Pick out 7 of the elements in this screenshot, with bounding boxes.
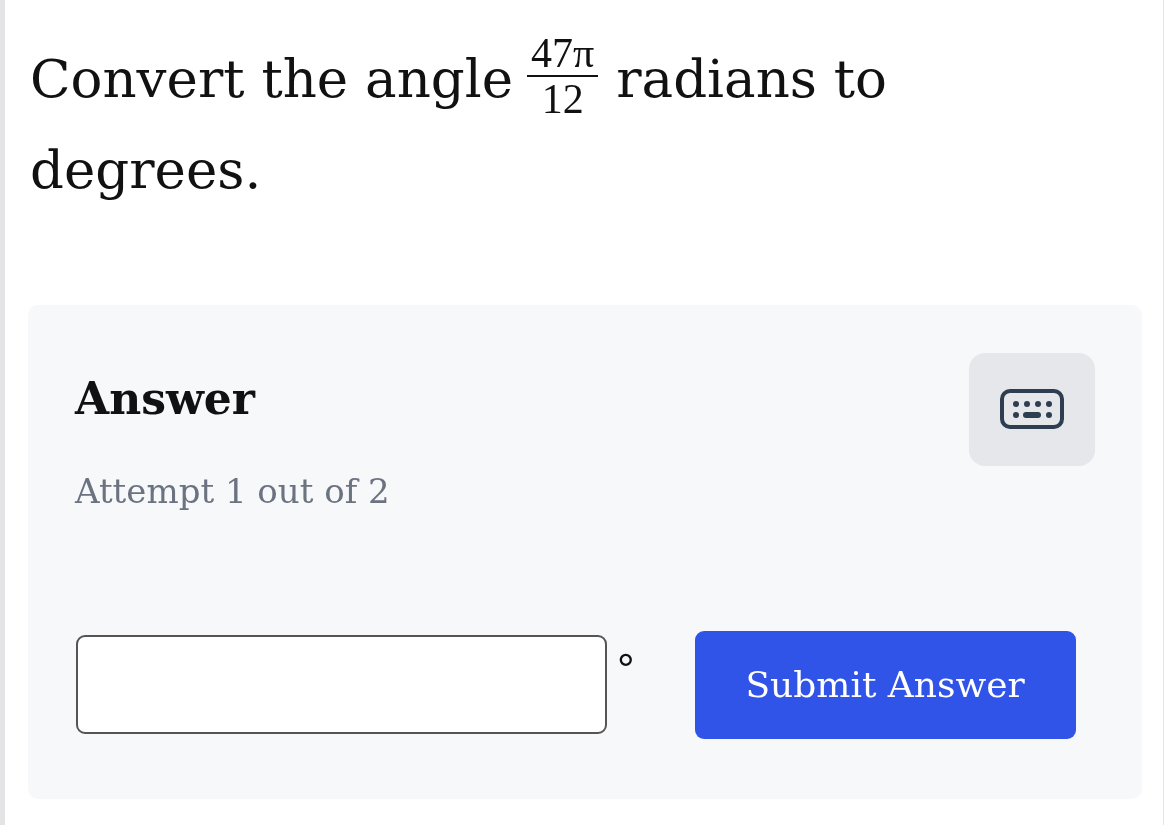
degree-symbol: °: [617, 644, 635, 695]
submit-answer-button[interactable]: Submit Answer: [694, 630, 1076, 739]
keyboard-icon: [1000, 389, 1064, 429]
attempt-counter: Attempt 1 out of 2: [75, 469, 390, 513]
keyboard-button[interactable]: [969, 352, 1095, 466]
answer-title: Answer: [75, 371, 257, 426]
answer-input-field[interactable]: [76, 635, 607, 734]
